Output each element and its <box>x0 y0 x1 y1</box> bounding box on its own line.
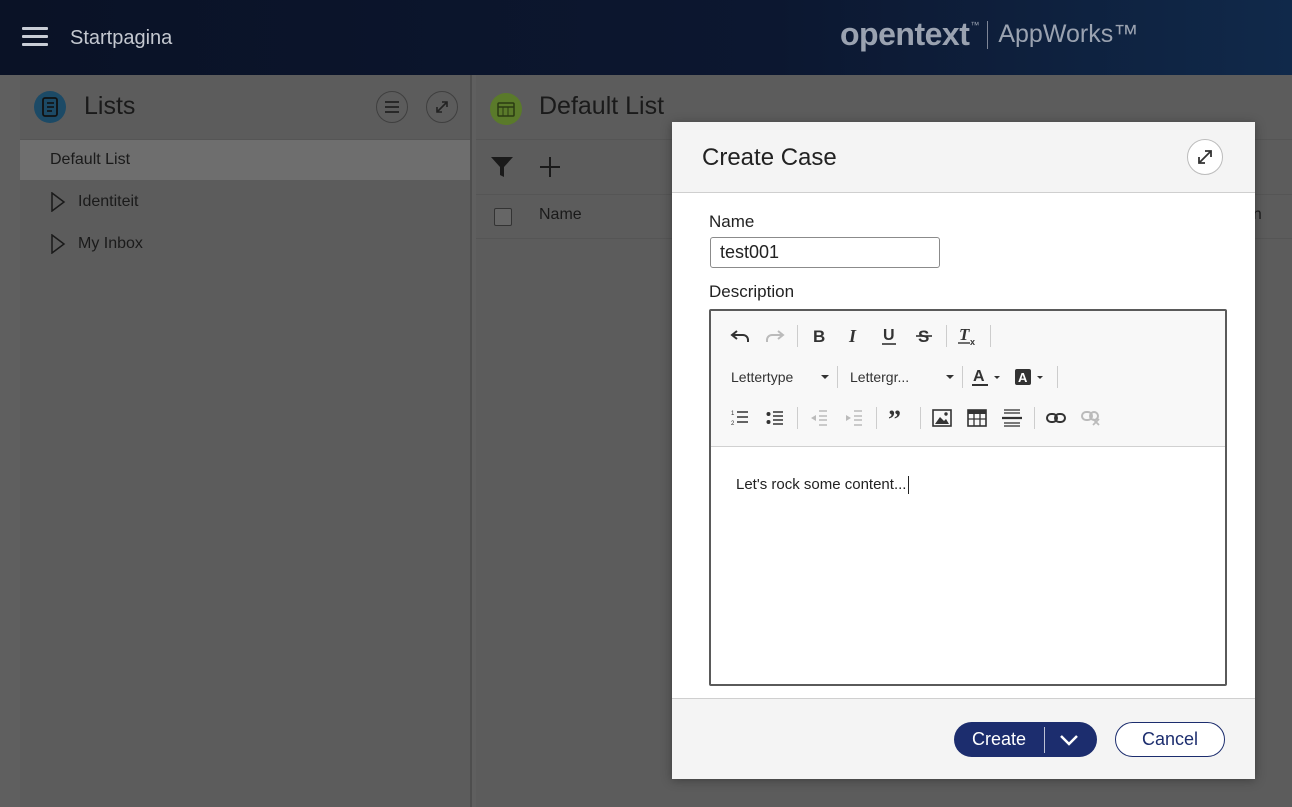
tree-item-default-list[interactable]: Default List <box>20 140 470 180</box>
description-editor[interactable]: B I U S Tx Lettertype Lettergr... A A 1 … <box>709 309 1227 686</box>
name-label: Name <box>709 212 755 231</box>
dialog-header: Create Case <box>672 122 1255 193</box>
outdent-icon[interactable] <box>804 403 834 433</box>
dialog-title: Create Case <box>702 144 837 171</box>
list-calendar-icon <box>490 93 522 125</box>
dialog-footer: Create Cancel <box>672 698 1255 779</box>
table-icon[interactable] <box>962 403 992 433</box>
maximize-icon[interactable] <box>1187 139 1223 175</box>
horizontal-line-icon[interactable] <box>997 403 1027 433</box>
italic-icon[interactable]: I <box>839 321 869 351</box>
lists-title: Lists <box>84 92 136 120</box>
column-name[interactable]: Name <box>539 206 582 224</box>
select-all-checkbox[interactable] <box>494 208 512 226</box>
chevron-down-icon <box>821 375 829 379</box>
name-field[interactable] <box>710 237 940 268</box>
chevron-down-icon <box>946 375 954 379</box>
link-icon[interactable] <box>1041 403 1071 433</box>
underline-icon[interactable]: U <box>874 321 904 351</box>
lists-pane: Lists Default List Identiteit My Inbox <box>20 75 472 807</box>
toolbar-row-2: Lettertype Lettergr... A A <box>725 362 1064 392</box>
description-label: Description <box>709 282 795 301</box>
tree-item-my-inbox[interactable]: My Inbox <box>50 232 143 256</box>
brand-name: opentext <box>840 16 970 52</box>
expand-triangle-icon[interactable] <box>50 192 66 212</box>
create-button[interactable]: Create <box>954 722 1097 757</box>
indent-icon[interactable] <box>839 403 869 433</box>
editor-toolbar: B I U S Tx Lettertype Lettergr... A A 1 … <box>711 311 1225 447</box>
brand-product: AppWorks™ <box>998 20 1139 48</box>
tree-item-identiteit[interactable]: Identiteit <box>50 190 138 214</box>
svg-text:I: I <box>848 327 857 345</box>
font-family-value: Lettertype <box>731 369 794 385</box>
tree-item-label: Default List <box>50 151 131 168</box>
tree-item-label: My Inbox <box>78 235 143 252</box>
brand-trademark: ™ <box>970 19 980 30</box>
svg-text:A: A <box>973 368 985 385</box>
svg-text:T: T <box>959 326 970 344</box>
default-list-title: Default List <box>539 92 665 120</box>
chevron-down-icon[interactable] <box>1045 734 1093 746</box>
svg-text:1: 1 <box>731 411 735 417</box>
editor-content[interactable]: Let's rock some content... <box>736 476 910 495</box>
svg-text:2: 2 <box>731 421 735 427</box>
toolbar-row-3: 12 ” <box>725 403 1111 433</box>
expand-icon[interactable] <box>426 91 458 123</box>
svg-text:”: ” <box>888 410 901 426</box>
brand-divider <box>987 20 989 49</box>
expand-triangle-icon[interactable] <box>50 234 66 254</box>
redo-icon[interactable] <box>760 321 790 351</box>
top-bar: Startpagina opentext ™ AppWorks™ <box>0 0 1292 75</box>
clear-formatting-icon[interactable]: Tx <box>953 321 983 351</box>
add-icon[interactable] <box>538 155 562 179</box>
quote-icon[interactable]: ” <box>883 403 913 433</box>
undo-icon[interactable] <box>725 321 755 351</box>
home-link[interactable]: Startpagina <box>70 27 172 50</box>
cancel-button[interactable]: Cancel <box>1115 722 1225 757</box>
text-cursor <box>908 476 910 495</box>
strikethrough-icon[interactable]: S <box>909 321 939 351</box>
list-menu-icon[interactable] <box>376 91 408 123</box>
hamburger-menu-icon[interactable] <box>22 27 48 47</box>
image-icon[interactable] <box>927 403 957 433</box>
svg-text:U: U <box>883 327 895 344</box>
tree-item-label: Identiteit <box>78 193 139 210</box>
brand-logo: opentext ™ AppWorks™ <box>840 16 1138 53</box>
bold-icon[interactable]: B <box>804 321 834 351</box>
create-button-label: Create <box>971 729 1027 749</box>
editor-text: Let's rock some content... <box>736 476 907 493</box>
list-icon <box>34 91 66 123</box>
font-family-dropdown[interactable]: Lettertype <box>725 362 835 392</box>
toolbar-row-1: B I U S Tx <box>725 321 997 351</box>
svg-text:B: B <box>813 327 825 345</box>
numbered-list-icon[interactable]: 12 <box>725 403 755 433</box>
text-color-icon[interactable]: A <box>969 362 1007 392</box>
bulleted-list-icon[interactable] <box>760 403 790 433</box>
font-size-dropdown[interactable]: Lettergr... <box>844 362 960 392</box>
filter-icon[interactable] <box>490 156 514 178</box>
svg-text:A: A <box>1018 370 1028 385</box>
background-color-icon[interactable]: A <box>1012 362 1050 392</box>
button-divider <box>1044 726 1045 753</box>
font-size-value: Lettergr... <box>850 369 910 385</box>
unlink-icon[interactable] <box>1076 403 1106 433</box>
create-case-dialog: Create Case Name Description B <box>672 122 1255 779</box>
svg-text:x: x <box>970 337 975 346</box>
lists-pane-header: Lists <box>20 75 470 140</box>
